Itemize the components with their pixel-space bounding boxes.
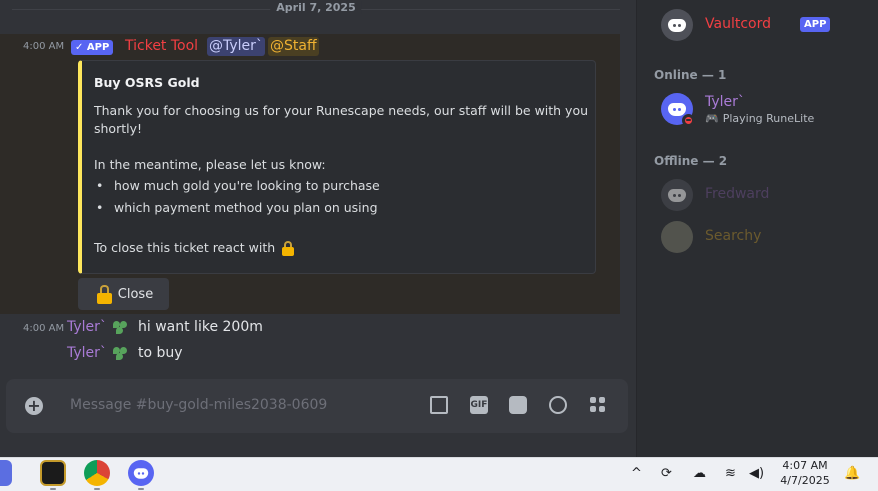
discord-icon bbox=[668, 18, 686, 32]
user-author-name[interactable]: Tyler` bbox=[67, 319, 107, 335]
member-list: Vaultcord APP Online — 1 Tyler` 🎮 Playing… bbox=[636, 0, 878, 457]
system-clock[interactable]: 4:07 AM 4/7/2025 bbox=[770, 458, 840, 488]
notification-bell-icon[interactable]: 🔔 bbox=[844, 466, 860, 481]
message-composer[interactable]: + Message #buy-gold-miles2038-0609 GIF bbox=[6, 379, 628, 433]
discord-icon bbox=[668, 188, 686, 202]
member-name: Fredward bbox=[705, 186, 770, 202]
apps-icon[interactable] bbox=[589, 396, 607, 414]
emoji-icon[interactable] bbox=[549, 396, 567, 414]
embed-close-line: To close this ticket react with bbox=[94, 239, 295, 257]
avatar bbox=[661, 9, 693, 41]
discord-taskbar-icon[interactable] bbox=[128, 460, 154, 486]
message-text: to buy bbox=[138, 345, 183, 361]
message-input[interactable]: Message #buy-gold-miles2038-0609 bbox=[70, 397, 327, 413]
close-button-label: Close bbox=[117, 286, 154, 302]
user-author-name[interactable]: Tyler` bbox=[67, 345, 107, 361]
embed-bullet: which payment method you plan on using bbox=[96, 200, 378, 215]
message-timestamp: 4:00 AM bbox=[23, 41, 65, 52]
clock-time: 4:07 AM bbox=[782, 459, 828, 472]
role-mention[interactable]: @Staff bbox=[268, 37, 319, 56]
lock-icon bbox=[96, 285, 112, 304]
ticket-embed: Buy OSRS Gold Thank you for choosing us … bbox=[78, 60, 596, 274]
chevron-up-icon[interactable]: ^ bbox=[631, 466, 642, 481]
embed-line: shortly! bbox=[94, 121, 143, 136]
gamepad-icon: 🎮 bbox=[705, 112, 719, 125]
lock-icon bbox=[282, 241, 295, 256]
online-header: Online — 1 bbox=[654, 68, 727, 82]
taskbar: ^ ⟳ ☁ ≋ ◀) 4:07 AM 4/7/2025 🔔 bbox=[0, 457, 878, 491]
add-attachment-icon[interactable]: + bbox=[25, 397, 43, 415]
volume-icon[interactable]: ◀) bbox=[749, 466, 764, 481]
gif-icon[interactable]: GIF bbox=[470, 396, 488, 414]
offline-header: Offline — 2 bbox=[654, 154, 728, 168]
runelite-icon[interactable] bbox=[40, 460, 66, 486]
bot-author-name[interactable]: Ticket Tool bbox=[125, 38, 198, 54]
avatar bbox=[661, 221, 693, 253]
message-text: hi want like 200m bbox=[138, 319, 263, 335]
member-searchy[interactable]: Searchy bbox=[661, 221, 861, 253]
sticker-icon[interactable] bbox=[509, 396, 527, 414]
chat-panel: April 7, 2025 4:00 AM ✓ APP Ticket Tool … bbox=[0, 0, 636, 457]
member-name: Searchy bbox=[705, 228, 762, 244]
app-badge: APP bbox=[800, 17, 831, 32]
clover-icon bbox=[112, 320, 128, 336]
user-mention[interactable]: @Tyler` bbox=[207, 37, 265, 56]
embed-bullet: how much gold you're looking to purchase bbox=[96, 178, 380, 193]
cloud-off-icon[interactable]: ☁ bbox=[693, 466, 706, 481]
dnd-status-icon bbox=[682, 114, 695, 127]
avatar bbox=[661, 179, 693, 211]
wifi-icon[interactable]: ≋ bbox=[725, 466, 736, 481]
embed-line: Thank you for choosing us for your Runes… bbox=[94, 103, 589, 118]
member-fredward[interactable]: Fredward bbox=[661, 179, 861, 211]
member-name: Tyler` bbox=[705, 94, 745, 110]
member-tyler[interactable]: Tyler` 🎮 Playing RuneLite bbox=[661, 93, 861, 127]
date-divider: April 7, 2025 bbox=[12, 1, 620, 14]
discord-icon bbox=[668, 102, 686, 116]
date-label: April 7, 2025 bbox=[270, 1, 362, 14]
zoom-icon[interactable] bbox=[0, 460, 12, 486]
close-ticket-button[interactable]: Close bbox=[78, 278, 169, 310]
member-name: Vaultcord bbox=[705, 16, 771, 32]
sync-icon[interactable]: ⟳ bbox=[661, 466, 672, 481]
embed-line: In the meantime, please let us know: bbox=[94, 157, 326, 172]
clover-icon bbox=[112, 346, 128, 362]
message-timestamp: 4:00 AM bbox=[23, 323, 65, 334]
app-badge: ✓ APP bbox=[71, 40, 114, 55]
embed-title: Buy OSRS Gold bbox=[94, 75, 200, 90]
gift-icon[interactable] bbox=[430, 396, 448, 414]
chrome-icon[interactable] bbox=[84, 460, 110, 486]
clock-date: 4/7/2025 bbox=[780, 474, 830, 487]
member-activity: 🎮 Playing RuneLite bbox=[705, 112, 815, 125]
